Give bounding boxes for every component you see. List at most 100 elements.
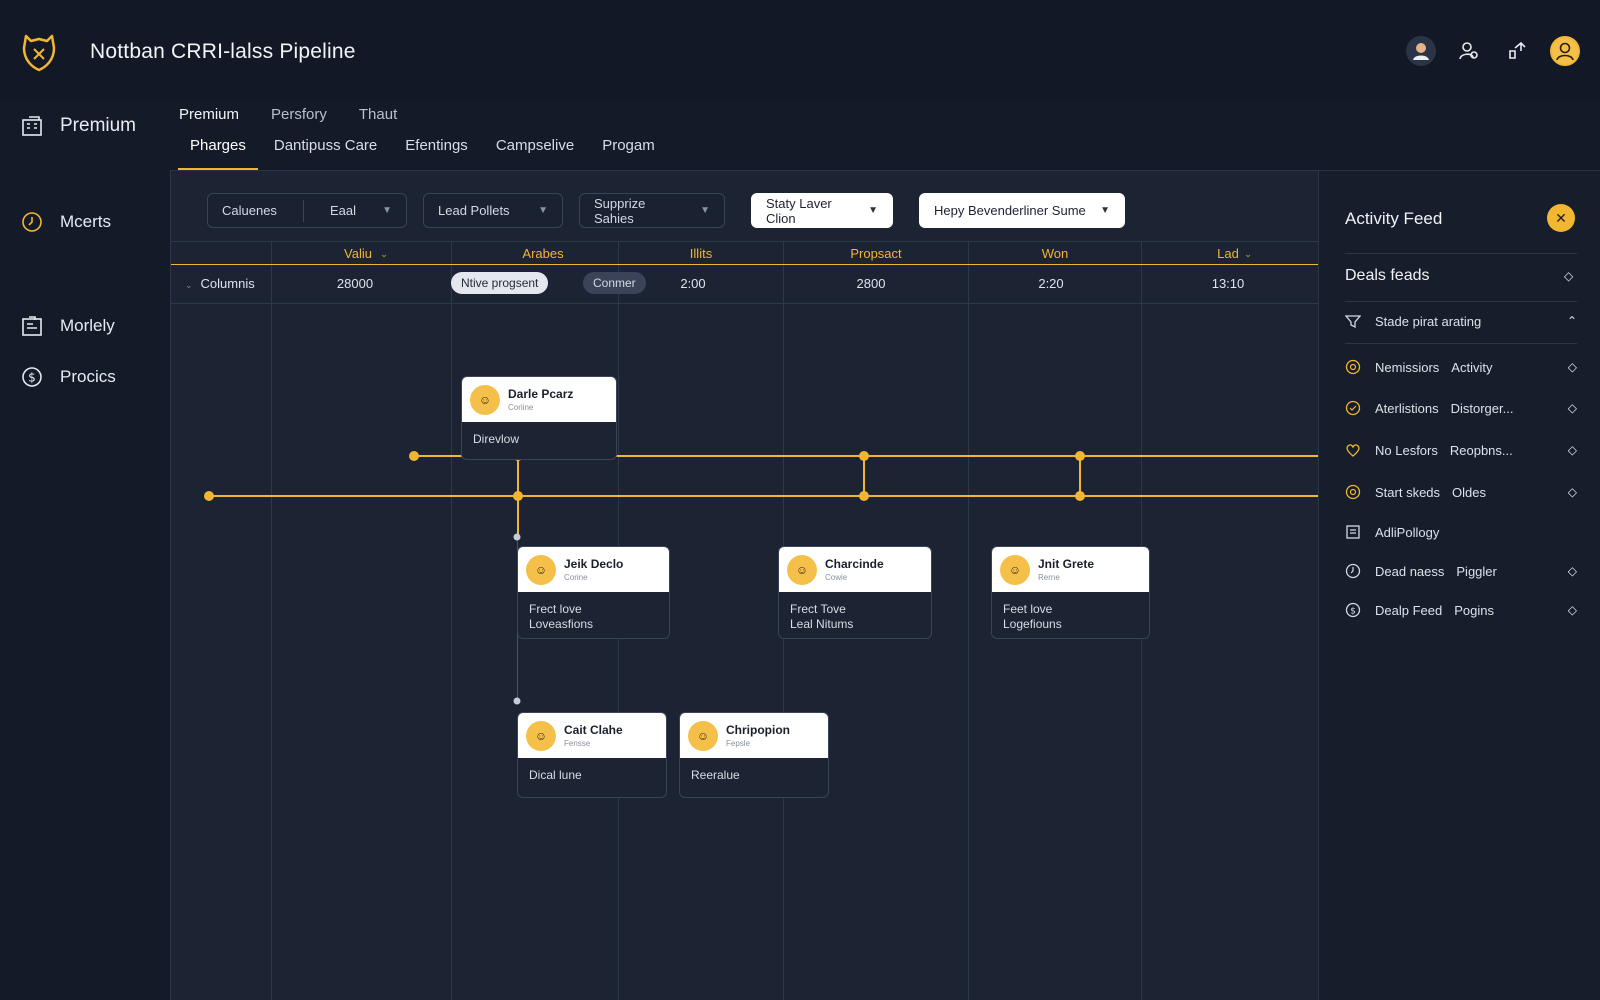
- tab-thaut[interactable]: Thaut: [359, 106, 397, 123]
- activity-row[interactable]: No Lesfors Reopbns... ◇: [1345, 442, 1577, 458]
- status-badge[interactable]: Conmer: [583, 272, 646, 294]
- pipeline-board: Caluenes Eaal ▼ Lead Pollets ▼ Supprize …: [170, 171, 1319, 1000]
- deal-card[interactable]: ☺ Jeik Declo Corine Frect love Loveasfions: [517, 546, 670, 639]
- row-label-text: Columnis: [200, 276, 255, 291]
- filter-value: Eaal: [330, 203, 357, 218]
- sidebar-item-premium[interactable]: Premium: [20, 114, 136, 138]
- card-header: ☺ Jnit Grete Rerne: [992, 547, 1149, 592]
- diamond-icon[interactable]: ◇: [1568, 443, 1577, 457]
- pipeline-node[interactable]: [513, 491, 523, 501]
- pipeline-node[interactable]: [1075, 491, 1085, 501]
- card-body-line: Dical lune: [529, 768, 582, 782]
- column-header-arabes[interactable]: Arabes: [522, 246, 563, 261]
- diamond-icon[interactable]: ◇: [1568, 564, 1577, 578]
- deal-card[interactable]: ☺ Jnit Grete Rerne Feet love Logefiouns: [991, 546, 1150, 639]
- sidebar-item-procics[interactable]: $ Procics: [20, 365, 116, 389]
- column-divider: [968, 241, 969, 1000]
- card-subtitle: Cowie: [825, 573, 848, 582]
- deal-card[interactable]: ☺ Cait Clahe Fensse Dical lune: [517, 712, 667, 798]
- tab-pharges[interactable]: Pharges: [178, 134, 258, 170]
- pipeline-node[interactable]: [859, 451, 869, 461]
- card-subtitle: Fepsle: [726, 739, 751, 748]
- card-header: ☺ Cait Clahe Fensse: [518, 713, 666, 758]
- deal-card[interactable]: ☺ Darle Pcarz Coriine Direvlow: [461, 376, 617, 460]
- pipeline-connector: [863, 456, 865, 496]
- activity-label: AdliPollogy: [1375, 524, 1440, 540]
- tab-dantipuss-care[interactable]: Dantipuss Care: [262, 134, 389, 170]
- activity-row[interactable]: Start skeds Oldes ◇: [1345, 484, 1577, 500]
- status-badge[interactable]: Ntive progsent: [451, 272, 549, 294]
- column-header-value[interactable]: Valiu: [344, 246, 372, 261]
- supprize-filter[interactable]: Supprize Sahies ▼: [579, 193, 725, 228]
- sidebar-item-mcerts[interactable]: Mcerts: [20, 210, 111, 234]
- card-subtitle: Corine: [564, 573, 588, 582]
- activity-row[interactable]: Aterlistions Distorger... ◇: [1345, 400, 1577, 416]
- filter-label: Caluenes: [222, 203, 277, 218]
- diamond-icon[interactable]: ◇: [1568, 401, 1577, 415]
- card-name: Cait Clahe: [564, 723, 623, 737]
- caret-up-icon[interactable]: ⌃: [1567, 314, 1577, 328]
- card-header: ☺ Darle Pcarz Coriine: [462, 377, 616, 422]
- column-divider: [271, 241, 272, 1000]
- activity-label: Stade pirat arating: [1375, 313, 1482, 329]
- card-subtitle: Rerne: [1038, 573, 1060, 582]
- activity-row[interactable]: $ Dealp Feed Pogins ◇: [1345, 602, 1577, 618]
- diamond-icon[interactable]: ◇: [1568, 485, 1577, 499]
- pipeline-node[interactable]: [513, 697, 521, 705]
- avatar: ☺: [688, 720, 718, 751]
- tab-efentings[interactable]: Efentings: [393, 134, 480, 170]
- profile-avatar-icon[interactable]: [1550, 36, 1580, 66]
- staty-dropdown[interactable]: Staty Laver Clion ▼: [751, 193, 893, 228]
- sidebar-item-morlely[interactable]: Morlely: [20, 314, 115, 338]
- columns-filter[interactable]: Caluenes Eaal ▼: [207, 193, 407, 228]
- hepy-dropdown[interactable]: Hepy Bevenderliner Sume ▼: [919, 193, 1125, 228]
- diamond-icon[interactable]: ◇: [1568, 360, 1577, 374]
- sidebar-item-label: Mcerts: [60, 212, 111, 231]
- activity-row[interactable]: Nemissiors Activity ◇: [1345, 359, 1577, 375]
- activity-detail: Distorger...: [1450, 400, 1514, 416]
- pipeline-node[interactable]: [204, 491, 214, 501]
- diamond-icon[interactable]: ◇: [1564, 269, 1573, 283]
- badge-icon: [1345, 400, 1361, 416]
- pipeline-connector: [1079, 456, 1081, 496]
- user-search-icon[interactable]: [1454, 36, 1484, 66]
- column-header-illits[interactable]: Illits: [690, 246, 712, 261]
- activity-label: Nemissiors: [1375, 359, 1440, 375]
- filter-label: Lead Pollets: [438, 203, 510, 218]
- logo-shield-icon[interactable]: [20, 32, 58, 72]
- activity-row[interactable]: Dead naess Piggler ◇: [1345, 563, 1577, 579]
- card-header: ☺ Jeik Declo Corine: [518, 547, 669, 592]
- column-header-lad[interactable]: Lad: [1217, 246, 1239, 261]
- lead-filter[interactable]: Lead Pollets ▼: [423, 193, 563, 228]
- chevron-down-icon: ▼: [700, 205, 710, 216]
- activity-row[interactable]: Stade pirat arating ⌃: [1345, 313, 1577, 329]
- pipeline-node[interactable]: [513, 533, 521, 541]
- activity-row[interactable]: AdliPollogy: [1345, 524, 1577, 540]
- sidebar-item-label: Morlely: [60, 316, 115, 335]
- user-avatar-icon[interactable]: [1406, 36, 1436, 66]
- share-icon[interactable]: [1502, 36, 1532, 66]
- top-bar: Nottban CRRI-lalss Pipeline: [0, 0, 1600, 100]
- filter-bar: Caluenes Eaal ▼ Lead Pollets ▼ Supprize …: [207, 193, 1125, 228]
- divider: [302, 199, 304, 222]
- tab-progam[interactable]: Progam: [590, 134, 667, 170]
- pipeline-node[interactable]: [409, 451, 419, 461]
- close-icon[interactable]: ✕: [1547, 204, 1575, 232]
- avatar: ☺: [787, 554, 817, 585]
- row-label: ⌄ Columnis: [185, 276, 255, 291]
- diamond-icon[interactable]: ◇: [1568, 603, 1577, 617]
- card-body: Direvlow: [462, 422, 616, 457]
- pipeline-node[interactable]: [859, 491, 869, 501]
- value-cell: 13:10: [1211, 276, 1245, 291]
- deal-card[interactable]: ☺ Chripopion Fepsle Reeralue: [679, 712, 829, 798]
- deal-card[interactable]: ☺ Charcinde Cowie Frect Tove Leal Nitums: [778, 546, 932, 639]
- tab-persfory[interactable]: Persfory: [271, 106, 327, 123]
- activity-label: Dealp Feed: [1375, 602, 1443, 618]
- filter-label: Staty Laver Clion: [766, 195, 832, 226]
- tab-campselive[interactable]: Campselive: [484, 134, 586, 170]
- column-header-propsact[interactable]: Propsact: [850, 246, 901, 261]
- card-body: Frect love Loveasfions: [518, 592, 669, 642]
- column-header-won[interactable]: Won: [1042, 246, 1069, 261]
- tab-premium[interactable]: Premium: [179, 106, 239, 123]
- pipeline-node[interactable]: [1075, 451, 1085, 461]
